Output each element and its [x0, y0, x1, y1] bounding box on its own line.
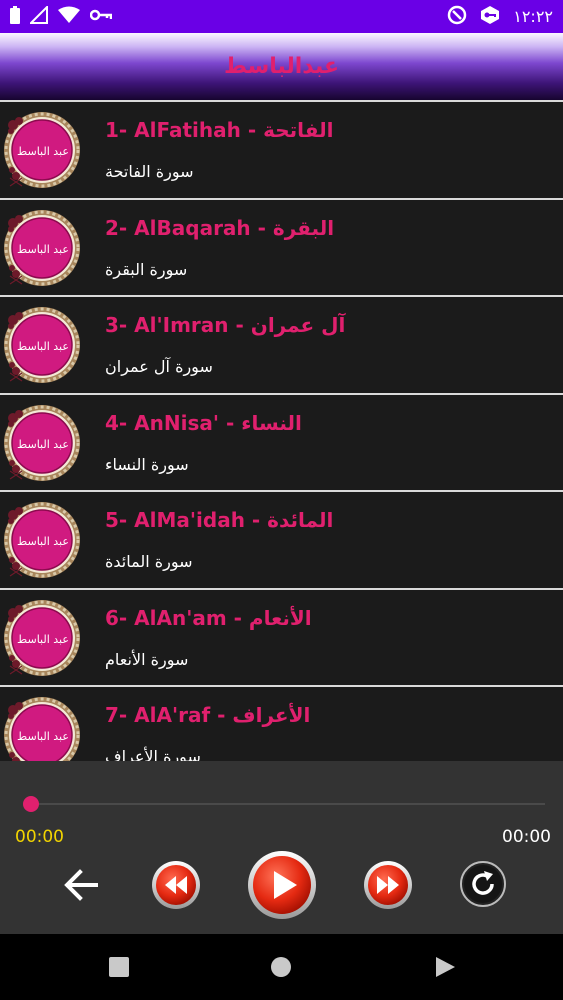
surah-title: 6- AlAn'am - الأنعام — [105, 605, 312, 630]
surah-list[interactable]: عبد الباسط 1- AlFatihah - الفاتحة سورة ا… — [0, 100, 563, 761]
battery-icon — [10, 5, 20, 28]
play-icon — [248, 851, 316, 919]
status-time: ١٢:٢٢ — [513, 7, 553, 26]
circle-icon — [271, 957, 291, 977]
reciter-avatar: عبد الباسط — [2, 500, 82, 580]
surah-subtitle: سورة آل عمران — [105, 357, 213, 376]
repeat-button[interactable] — [460, 861, 506, 907]
back-button[interactable] — [60, 864, 102, 906]
svg-text:عبد الباسط: عبد الباسط — [17, 340, 69, 353]
list-item[interactable]: عبد الباسط 3- Al'Imran - آل عمران سورة آ… — [0, 295, 563, 393]
signal-icon — [28, 4, 48, 28]
repeat-icon — [460, 861, 506, 907]
svg-text:عبد الباسط: عبد الباسط — [17, 243, 69, 256]
system-nav-bar — [0, 934, 563, 1000]
seek-thumb[interactable] — [23, 796, 39, 812]
data-saver-icon — [447, 5, 467, 29]
surah-subtitle: سورة النساء — [105, 454, 189, 474]
nav-back-button[interactable] — [405, 934, 485, 1000]
vpn-key-icon — [89, 7, 113, 26]
reciter-avatar: عبد الباسط — [2, 695, 82, 761]
rewind-button[interactable] — [151, 860, 201, 910]
square-icon — [109, 957, 129, 977]
list-item[interactable]: عبد الباسط 4- AnNisa' - النساء سورة النس… — [0, 392, 563, 490]
surah-subtitle: سورة البقرة — [105, 259, 188, 279]
surah-subtitle: سورة الفاتحة — [105, 162, 194, 181]
surah-title: 5- AlMa'idah - المائدة — [105, 508, 334, 532]
surah-title: 1- AlFatihah - الفاتحة — [105, 118, 334, 142]
fast-forward-icon — [364, 861, 412, 909]
list-item[interactable]: عبد الباسط 7- AlA'raf - الأعراف سورة الأ… — [0, 685, 563, 761]
surah-subtitle: سورة المائدة — [105, 552, 193, 571]
current-time: 00:00 — [15, 827, 64, 847]
surah-subtitle: سورة الأنعام — [105, 649, 189, 669]
page-title: عبدالباسط — [224, 54, 339, 79]
surah-subtitle: سورة الأعراف — [105, 747, 201, 761]
surah-title: 4- AnNisa' - النساء — [105, 410, 302, 435]
reciter-avatar: عبد الباسط — [2, 110, 82, 190]
surah-title: 7- AlA'raf - الأعراف — [105, 703, 311, 727]
svg-text:عبد الباسط: عبد الباسط — [17, 535, 69, 548]
svg-text:عبد الباسط: عبد الباسط — [17, 145, 69, 158]
arrow-left-icon — [64, 869, 98, 901]
list-item[interactable]: عبد الباسط 6- AlAn'am - الأنعام سورة الأ… — [0, 587, 563, 685]
svg-text:عبد الباسط: عبد الباسط — [17, 438, 69, 451]
rewind-icon — [152, 861, 200, 909]
list-item[interactable]: عبد الباسط 2- AlBaqarah - البقرة سورة ال… — [0, 197, 563, 295]
triangle-icon — [436, 957, 455, 977]
list-item[interactable]: عبد الباسط 1- AlFatihah - الفاتحة سورة ا… — [0, 100, 563, 198]
reciter-avatar: عبد الباسط — [2, 598, 82, 677]
reciter-avatar: عبد الباسط — [2, 403, 82, 482]
forward-button[interactable] — [363, 860, 413, 910]
wifi-icon — [58, 6, 80, 28]
reciter-avatar: عبد الباسط — [2, 208, 82, 287]
home-button[interactable] — [241, 934, 321, 1000]
reciter-avatar: عبد الباسط — [2, 305, 82, 385]
status-left-icons — [10, 4, 113, 28]
recents-button[interactable] — [79, 934, 159, 1000]
title-bar: عبدالباسط — [0, 33, 563, 100]
svg-text:عبد الباسط: عبد الباسط — [17, 633, 69, 646]
key-badge-icon — [479, 5, 501, 29]
status-bar: ١٢:٢٢ — [0, 0, 563, 33]
status-right-icons: ١٢:٢٢ — [447, 5, 553, 29]
seek-bar[interactable] — [30, 803, 545, 805]
surah-title: 2- AlBaqarah - البقرة — [105, 215, 335, 240]
svg-text:عبد الباسط: عبد الباسط — [17, 730, 69, 743]
list-item[interactable]: عبد الباسط 5- AlMa'idah - المائدة سورة ا… — [0, 490, 563, 588]
surah-title: 3- Al'Imran - آل عمران — [105, 313, 346, 337]
total-time: 00:00 — [502, 827, 551, 847]
play-button[interactable] — [247, 850, 317, 920]
